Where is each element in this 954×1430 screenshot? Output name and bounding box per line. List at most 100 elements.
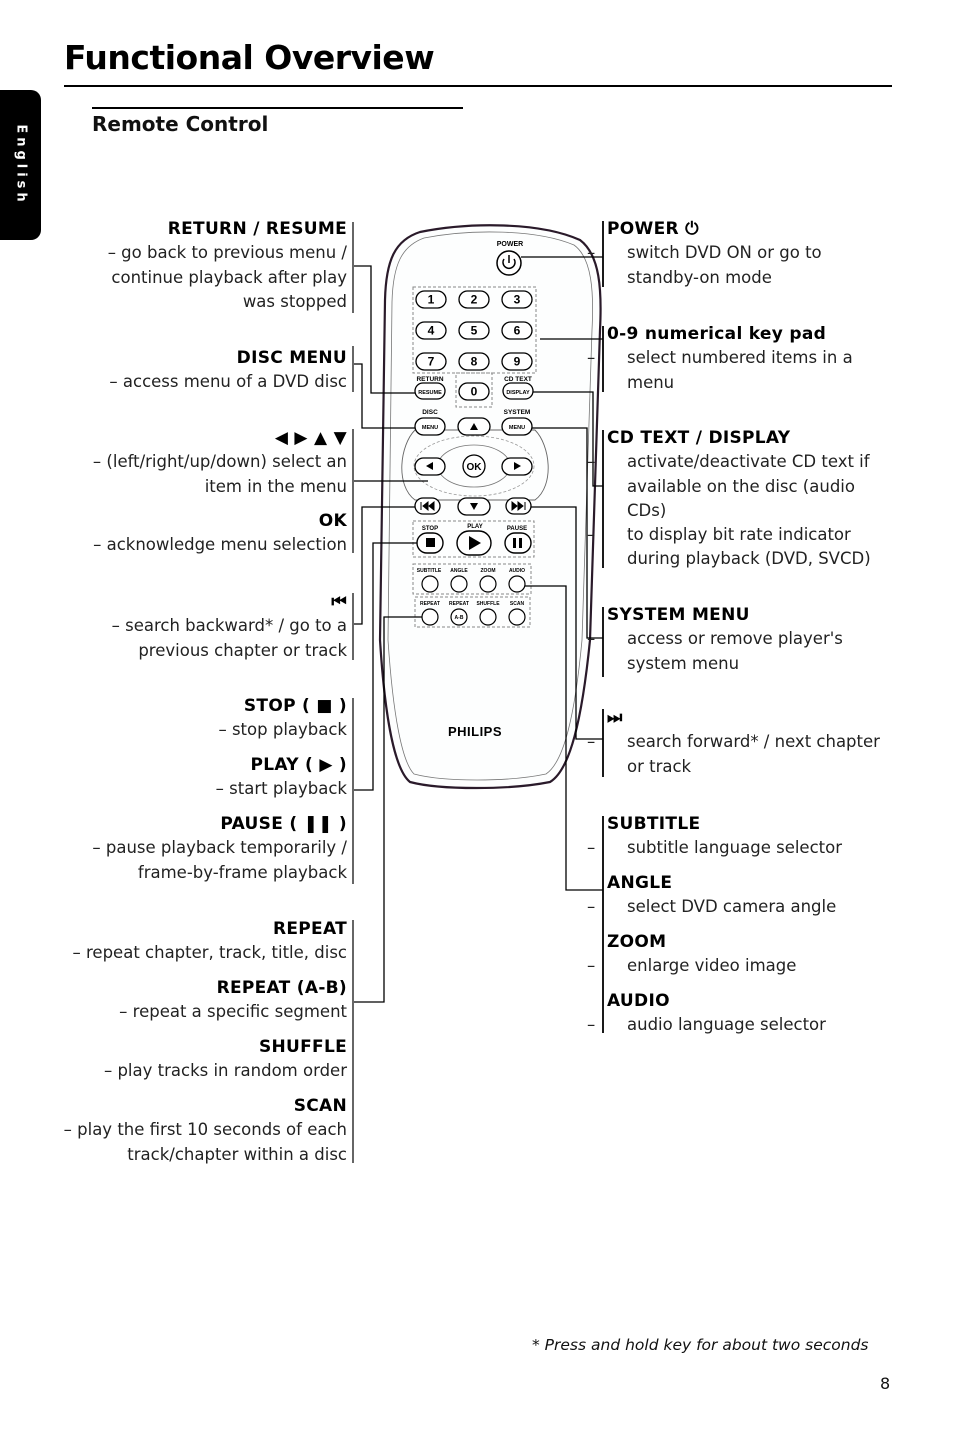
audio-key-label: AUDIO: [509, 568, 525, 574]
repeat-key-label: REPEAT: [420, 601, 440, 607]
desc-repeat: REPEAT – repeat chapter, track, title, d…: [72, 919, 347, 963]
subtitle-button[interactable]: [421, 575, 439, 593]
zoom-key-label: ZOOM: [481, 568, 496, 574]
number-key-label: 5: [471, 324, 478, 338]
number-key-4[interactable]: 4: [415, 321, 447, 340]
play-heading: PLAY ( ▶ ): [250, 755, 347, 775]
power-heading: POWER: [607, 219, 679, 239]
power-icon: ⏻: [685, 219, 699, 239]
angle-key-label: ANGLE: [450, 568, 468, 574]
cd-text-heading: CD TEXT / DISPLAY: [607, 428, 791, 448]
desc-disc-menu: DISC MENU – access menu of a DVD disc: [109, 348, 347, 392]
repeat-ab-heading: REPEAT (A-B): [216, 978, 347, 998]
pause-heading: PAUSE ( ❚❚ ): [220, 814, 347, 834]
skip-back-icon: ⏮: [331, 592, 347, 612]
stop-heading: STOP ( ■ ): [243, 696, 347, 716]
angle-heading: ANGLE: [607, 873, 673, 893]
subtitle-key-label: SUBTITLE: [417, 568, 442, 574]
power-button[interactable]: [496, 250, 522, 276]
angle-button[interactable]: [450, 575, 468, 593]
display-button[interactable]: DISPLAY: [502, 382, 534, 400]
arrow-keys-icon: ◀ ▶ ▲ ▼: [274, 428, 347, 448]
desc-scan: SCAN – play the first 10 seconds of each…: [63, 1096, 347, 1164]
number-key-0[interactable]: 0: [458, 382, 490, 401]
number-key-5[interactable]: 5: [458, 321, 490, 340]
brand-logo: PHILIPS: [448, 724, 502, 739]
scan-key-label: SCAN: [510, 601, 525, 607]
scan-button[interactable]: [508, 608, 526, 626]
return-key-label: RETURN: [416, 376, 443, 383]
resume-button[interactable]: RESUME: [414, 382, 446, 400]
number-key-label: 4: [428, 324, 435, 338]
number-key-label: 6: [514, 324, 521, 338]
svg-text:OK: OK: [467, 462, 483, 473]
repeat-button[interactable]: [421, 608, 439, 626]
desc-return-resume: RETURN / RESUME – go back to previous me…: [107, 219, 347, 311]
number-key-3[interactable]: 3: [501, 290, 533, 309]
number-key-label: 2: [471, 293, 478, 307]
next-button[interactable]: [505, 497, 532, 515]
desc-play: PLAY ( ▶ ) – start playback: [215, 755, 347, 799]
audio-heading: AUDIO: [607, 991, 670, 1011]
stop-button[interactable]: [416, 532, 444, 554]
svg-text:DISPLAY: DISPLAY: [506, 390, 530, 396]
svg-text:A-B: A-B: [455, 615, 464, 621]
number-key-2[interactable]: 2: [458, 290, 490, 309]
shuffle-button[interactable]: [479, 608, 497, 626]
desc-subtitle: SUBTITLE – subtitle language selector: [587, 812, 887, 861]
number-key-label: 9: [514, 355, 521, 369]
number-key-1[interactable]: 1: [415, 290, 447, 309]
play-button[interactable]: [456, 530, 492, 556]
scan-heading: SCAN: [293, 1096, 347, 1116]
stop-key-label: STOP: [422, 526, 438, 532]
svg-text:MENU: MENU: [509, 425, 525, 431]
skip-forward-icon: ⏭: [607, 708, 623, 728]
desc-zoom: ZOOM – enlarge video image: [587, 930, 887, 979]
desc-angle: ANGLE – select DVD camera angle: [587, 871, 887, 920]
desc-system-menu: SYSTEM MENU – access or remove player's s…: [587, 603, 867, 676]
zoom-button[interactable]: [479, 575, 497, 593]
left-button[interactable]: [414, 457, 446, 476]
zoom-heading: ZOOM: [607, 932, 667, 952]
ok-button[interactable]: OK: [462, 454, 486, 478]
cd-text-key-label: CD TEXT: [504, 376, 532, 383]
desc-audio: AUDIO – audio language selector: [587, 989, 887, 1038]
play-key-label: PLAY: [467, 524, 482, 530]
number-key-label: 7: [428, 355, 435, 369]
footnote: * Press and hold key for about two secon…: [532, 1336, 869, 1354]
desc-next: ⏭ – search forward* / next chapter or tra…: [587, 706, 897, 779]
number-key-9[interactable]: 9: [501, 352, 533, 371]
disc-menu-button[interactable]: MENU: [414, 417, 446, 436]
repeat-heading: REPEAT: [272, 919, 347, 939]
previous-button[interactable]: [414, 497, 441, 515]
number-key-7[interactable]: 7: [415, 352, 447, 371]
number-key-label: 0: [471, 385, 478, 399]
pause-button[interactable]: [504, 532, 532, 554]
repeat-ab-button[interactable]: A-B: [450, 608, 468, 626]
desc-arrows: ◀ ▶ ▲ ▼ – (left/right/up/down) select an…: [92, 428, 347, 496]
subtitle-heading: SUBTITLE: [607, 814, 701, 834]
system-menu-button[interactable]: MENU: [501, 417, 533, 436]
return-resume-heading: RETURN / RESUME: [167, 219, 347, 239]
desc-previous: ⏮ – search backward* / go to a previous …: [111, 592, 347, 660]
down-button[interactable]: [457, 497, 491, 516]
desc-ok: OK – acknowledge menu selection: [93, 511, 347, 555]
right-button[interactable]: [501, 457, 533, 476]
system-menu-heading: SYSTEM MENU: [607, 605, 750, 625]
stop-icon: [426, 538, 435, 547]
ok-heading: OK: [318, 511, 347, 531]
disc-key-label: DISC: [422, 409, 438, 416]
pause-key-label: PAUSE: [507, 526, 527, 532]
desc-cd-text: CD TEXT / DISPLAY – activate/deactivate C…: [587, 426, 892, 572]
up-button[interactable]: [457, 417, 491, 436]
page-number: 8: [880, 1374, 891, 1393]
number-key-8[interactable]: 8: [458, 352, 490, 371]
desc-shuffle: SHUFFLE – play tracks in random order: [103, 1037, 347, 1081]
desc-stop: STOP ( ■ ) – stop playback: [218, 696, 347, 740]
number-key-6[interactable]: 6: [501, 321, 533, 340]
disc-menu-heading: DISC MENU: [236, 348, 347, 368]
number-key-label: 8: [471, 355, 478, 369]
number-key-label: 3: [514, 293, 521, 307]
audio-button[interactable]: [508, 575, 526, 593]
power-key-label: POWER: [497, 241, 523, 248]
